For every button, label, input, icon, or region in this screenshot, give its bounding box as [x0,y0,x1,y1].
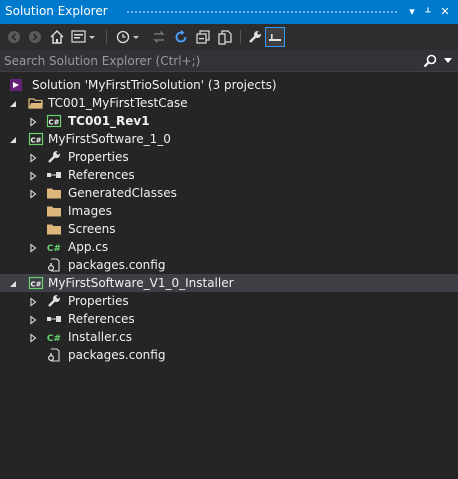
expanded-arrow-icon[interactable] [8,134,18,144]
svg-text:C#: C# [30,137,41,145]
tree-item[interactable]: TC001_MyFirstTestCase [0,94,458,112]
references-icon [46,311,62,327]
folder-icon [46,203,62,219]
tree-item[interactable]: Images [0,202,458,220]
tree-item-label: Properties [68,150,129,164]
panel-title: Solution Explorer [5,4,108,18]
tree-item[interactable]: C# Installer.cs [0,328,458,346]
csharp-project-icon: C# [46,113,62,129]
tree-item-label: GeneratedClasses [68,186,177,200]
tree-item-label: Screens [68,222,116,236]
dropdown-arrow-icon[interactable]: ▾ [405,4,419,20]
folder-icon [46,221,62,237]
collapsed-arrow-icon[interactable] [28,242,38,253]
tree-item-label: References [68,168,135,182]
tree-item[interactable]: Properties [0,148,458,166]
collapsed-arrow-icon[interactable] [28,314,38,325]
wrench-icon [46,293,62,309]
tree-item-label: TC001_Rev1 [68,114,150,128]
tree-item-label: References [68,312,135,326]
close-icon[interactable]: ✕ [438,4,452,20]
back-icon[interactable] [6,28,22,46]
collapsed-arrow-icon[interactable] [28,152,38,163]
collapsed-arrow-icon[interactable] [28,332,38,343]
pin-icon[interactable]: ᚆ [421,4,435,20]
toolbar [0,24,458,50]
tree-item[interactable]: packages.config [0,346,458,364]
tree-item-label: Properties [68,294,129,308]
tree-item-label: Solution 'MyFirstTrioSolution' (3 projec… [32,78,277,92]
toolbar-separator [240,30,241,44]
csharp-project-icon: C# [28,275,44,291]
tree-item-label: Images [68,204,112,218]
wrench-icon [46,149,62,165]
folder-open-icon [28,95,44,111]
collapsed-arrow-icon[interactable] [28,170,38,181]
switch-views-icon[interactable] [70,28,98,46]
svg-text:C#: C# [47,334,61,344]
tree-item-label: App.cs [68,240,109,254]
refresh-icon[interactable] [172,28,190,46]
expanded-arrow-icon[interactable] [8,278,18,288]
svg-text:C#: C# [47,244,61,254]
show-all-files-icon[interactable] [216,28,234,46]
tree-item-label: packages.config [68,348,166,362]
preview-selected-items-button[interactable] [265,27,285,47]
collapse-all-icon[interactable] [194,28,212,46]
collapsed-arrow-icon[interactable] [28,296,38,307]
search-icon[interactable] [422,53,438,72]
tree-item-label: Installer.cs [68,330,133,344]
pending-changes-filter-icon[interactable] [114,28,142,46]
home-icon[interactable] [48,28,66,46]
expanded-arrow-icon[interactable] [8,98,18,108]
sync-with-document-icon[interactable] [150,28,168,46]
tree-item[interactable]: C# TC001_Rev1 [0,112,458,130]
collapsed-arrow-icon[interactable] [28,116,38,127]
tree-item[interactable]: Screens [0,220,458,238]
config-file-icon [46,347,62,363]
title-bar: Solution Explorer ▾ ᚆ ✕ [0,0,458,24]
toolbar-separator [106,30,107,44]
references-icon [46,167,62,183]
csharp-file-icon: C# [46,239,62,255]
tree-item[interactable]: GeneratedClasses [0,184,458,202]
tree-item-label: MyFirstSoftware_1_0 [48,132,171,146]
drag-grip[interactable] [126,10,398,14]
csharp-project-icon: C# [28,131,44,147]
tree-item[interactable]: packages.config [0,256,458,274]
forward-icon[interactable] [27,28,43,46]
collapsed-arrow-icon[interactable] [28,188,38,199]
tree-item[interactable]: C# MyFirstSoftware_V1_0_Installer [0,274,458,292]
tree-item[interactable]: C# App.cs [0,238,458,256]
config-file-icon [46,257,62,273]
tree-item[interactable]: References [0,310,458,328]
search-box[interactable]: Search Solution Explorer (Ctrl+;) [0,50,458,72]
search-input[interactable]: Search Solution Explorer (Ctrl+;) [4,54,200,68]
tree-item[interactable]: C# MyFirstSoftware_1_0 [0,130,458,148]
tree-item[interactable]: Solution 'MyFirstTrioSolution' (3 projec… [0,76,458,94]
svg-text:C#: C# [30,281,41,289]
solution-icon [8,77,24,93]
folder-icon [46,185,62,201]
properties-wrench-icon[interactable] [246,28,264,46]
tree-item[interactable]: References [0,166,458,184]
tree-item[interactable]: Properties [0,292,458,310]
tree-item-label: TC001_MyFirstTestCase [48,96,188,110]
svg-text:C#: C# [48,119,59,127]
tree-item-label: MyFirstSoftware_V1_0_Installer [48,276,234,290]
csharp-file-icon: C# [46,329,62,345]
search-options-icon[interactable] [444,58,452,63]
tree-item-label: packages.config [68,258,166,272]
